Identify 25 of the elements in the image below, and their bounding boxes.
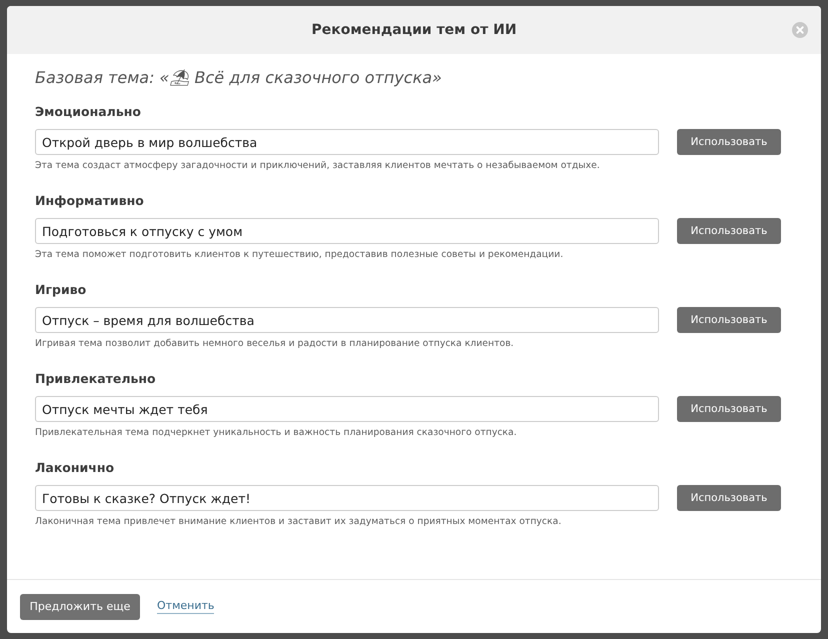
theme-input[interactable]: Подготовься к отпуску с умом (35, 218, 659, 244)
theme-description: Лаконичная тема привлечет внимание клиентов и заставит их задуматься о приятных моментах отпуска. (35, 515, 562, 528)
theme-input[interactable]: Готовы к сказке? Отпуск ждет! (35, 485, 659, 511)
use-button[interactable]: Использовать (677, 218, 781, 244)
theme-description: Эта тема поможет подготовить клиентов к путешествию, предоставив полезные советы и рекомендации. (35, 248, 564, 261)
use-button[interactable]: Использовать (677, 485, 781, 511)
dialog-title: Рекомендации тем от ИИ (311, 22, 517, 38)
use-button[interactable]: Использовать (677, 129, 781, 155)
close-icon[interactable] (792, 22, 808, 38)
theme-input[interactable]: Открой дверь в мир волшебства (35, 129, 659, 155)
tone-label: Эмоционально (35, 104, 142, 120)
suggest-more-button[interactable]: Предложить еще (20, 594, 140, 620)
use-button[interactable]: Использовать (677, 307, 781, 333)
theme-input[interactable]: Отпуск – время для волшебства (35, 307, 659, 333)
tone-label: Привлекательно (35, 371, 157, 387)
base-theme-heading: Базовая тема: «⛱ Всё для сказочного отпуска» (35, 68, 443, 88)
theme-description: Эта тема создаст атмосферу загадочности и приключений, заставляя клиентов мечтать о незабываемом отдыхе. (35, 159, 601, 172)
use-button[interactable]: Использовать (677, 396, 781, 422)
tone-label: Лаконично (35, 460, 116, 476)
theme-description: Игривая тема позволит добавить немного веселья и радости в планирование отпуска клиентов. (35, 337, 515, 350)
cancel-link[interactable]: Отменить (157, 599, 214, 614)
tone-label: Информативно (35, 193, 145, 209)
tone-label: Игриво (35, 282, 88, 298)
theme-input[interactable]: Отпуск мечты ждет тебя (35, 396, 659, 422)
theme-description: Привлекательная тема подчеркнет уникальность и важность планирования сказочного отпуска. (35, 426, 518, 439)
